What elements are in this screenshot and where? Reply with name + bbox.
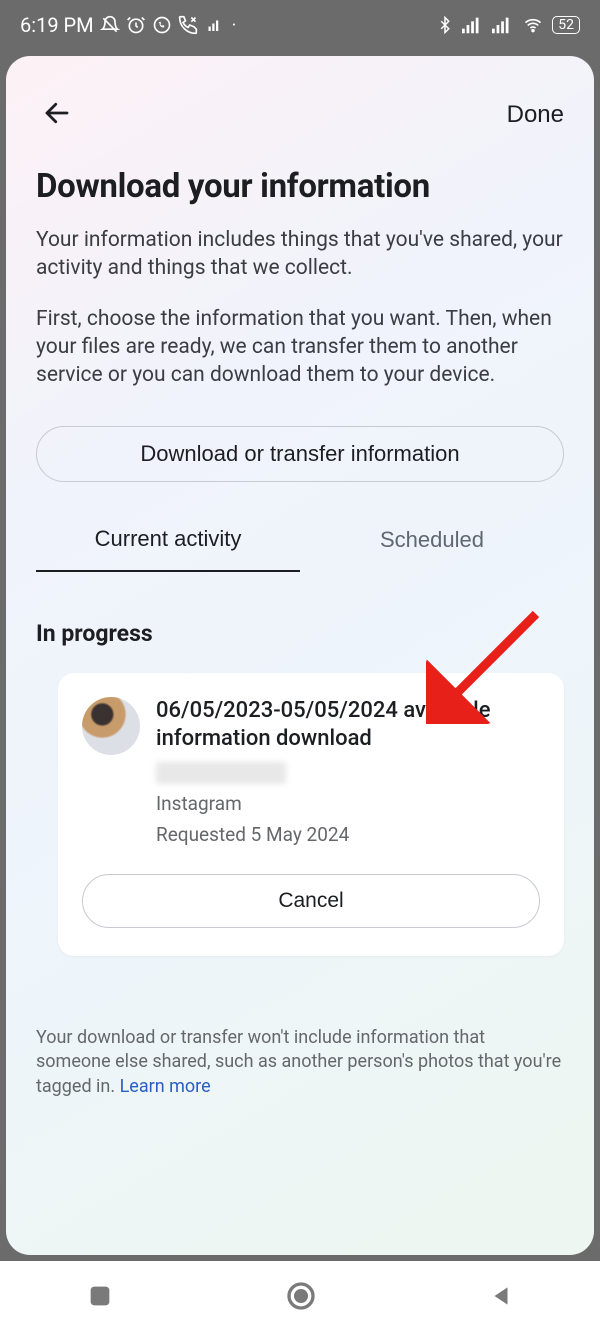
network-icon (204, 16, 222, 34)
cancel-button[interactable]: Cancel (82, 874, 540, 928)
description-1: Your information includes things that yo… (36, 226, 564, 283)
app-content: Done Download your information Your info… (6, 56, 594, 1255)
footer-text: Your download or transfer won't include … (36, 1027, 561, 1097)
avatar (82, 697, 140, 755)
back-nav-button[interactable] (488, 1283, 514, 1312)
missed-call-icon (178, 15, 198, 35)
circle-icon (285, 1280, 317, 1312)
activity-card: 06/05/2023-05/05/2024 available informat… (58, 673, 564, 956)
activity-platform: Instagram (156, 792, 540, 815)
tabs: Current activity Scheduled (36, 508, 564, 572)
description-2: First, choose the information that you w… (36, 305, 564, 390)
alarm-icon (126, 15, 146, 35)
android-nav-bar (0, 1261, 600, 1333)
whatsapp-icon (152, 15, 172, 35)
footer-note: Your download or transfer won't include … (36, 1026, 564, 1099)
activity-requested-date: Requested 5 May 2024 (156, 823, 540, 846)
page-title: Download your information (36, 167, 564, 206)
back-button[interactable] (36, 92, 78, 137)
more-icon: · (232, 15, 237, 36)
square-icon (86, 1282, 114, 1310)
done-button[interactable]: Done (507, 101, 564, 129)
status-bar: 6:19 PM · 52 (0, 0, 600, 50)
activity-title: 06/05/2023-05/05/2024 available informat… (156, 697, 540, 754)
download-transfer-button[interactable]: Download or transfer information (36, 426, 564, 482)
triangle-left-icon (488, 1283, 514, 1309)
home-button[interactable] (285, 1280, 317, 1315)
activity-username-redacted (156, 762, 286, 784)
arrow-left-icon (42, 98, 72, 128)
wifi-icon (522, 16, 544, 34)
in-progress-heading: In progress (36, 620, 564, 647)
tab-scheduled[interactable]: Scheduled (300, 508, 564, 572)
learn-more-link[interactable]: Learn more (120, 1076, 211, 1097)
status-time: 6:19 PM (20, 13, 94, 37)
tab-current-activity[interactable]: Current activity (36, 508, 300, 572)
signal-icon (462, 16, 484, 34)
mute-icon (100, 15, 120, 35)
recent-apps-button[interactable] (86, 1282, 114, 1313)
bluetooth-icon (436, 15, 454, 35)
signal-icon-2 (492, 16, 514, 34)
battery-indicator: 52 (552, 16, 580, 34)
